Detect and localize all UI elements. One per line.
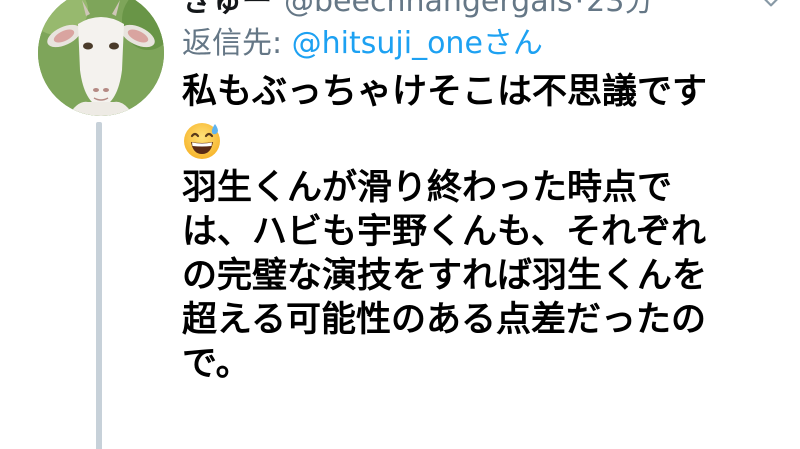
emoji-line (182, 114, 782, 166)
tweet-text-line: 超える可能性のある点差だったの (182, 300, 706, 340)
tweet[interactable]: きゅー @beechhangergals · 23分 返信先: @hitsuji… (0, 0, 800, 449)
display-name[interactable]: きゅー (182, 0, 272, 22)
user-handle[interactable]: @beechhangergals (284, 0, 573, 22)
reply-to-prefix: 返信先: (182, 26, 292, 61)
reply-to-line: 返信先: @hitsuji_oneさん (182, 24, 782, 64)
tweet-text: 私もぶっちゃけそこは不思議です 羽生くんが滑り終わった時点で は、ハビも宇野くん… (182, 70, 782, 386)
reply-mention-link[interactable]: @hitsuji_one (292, 26, 483, 61)
tweet-text-line: 羽生くんが滑り終わった時点で (182, 168, 673, 208)
tweet-text-line: 私もぶっちゃけそこは不思議です (182, 72, 708, 112)
timestamp[interactable]: 23分 (586, 0, 654, 22)
chevron-down-icon[interactable] (758, 0, 784, 14)
grinning-face-with-sweat-icon (184, 123, 220, 159)
goat-avatar-image (38, 0, 164, 116)
tweet-content: きゅー @beechhangergals · 23分 返信先: @hitsuji… (182, 0, 782, 386)
reply-mention-suffix: さん (482, 26, 543, 61)
tweet-text-line: で。 (182, 344, 251, 384)
tweet-text-line: は、ハビも宇野くんも、それぞれ (182, 212, 706, 252)
tweet-header: きゅー @beechhangergals · 23分 (182, 0, 782, 22)
tweet-text-line: の完璧な演技をすれば羽生くんを (182, 256, 708, 296)
thread-connector-line (96, 122, 102, 449)
separator-dot: · (574, 0, 585, 19)
avatar[interactable] (38, 0, 164, 116)
